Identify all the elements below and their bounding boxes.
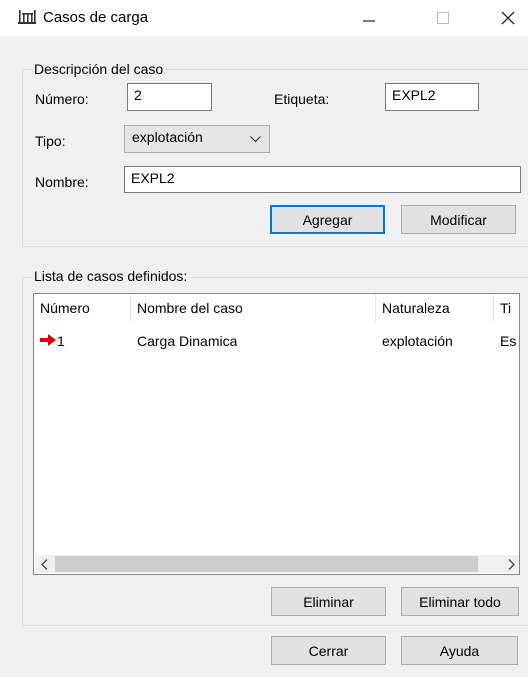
case-list-group-label: Lista de casos definidos: [31, 268, 191, 284]
maximize-button[interactable] [420, 0, 466, 36]
type-select-value: explotación [132, 129, 203, 145]
close-dialog-button[interactable]: Cerrar [271, 636, 386, 665]
horizontal-scrollbar[interactable] [35, 555, 519, 573]
chevron-left-icon [40, 558, 47, 570]
add-button[interactable]: Agregar [270, 205, 385, 234]
row-nature: explotación [382, 333, 453, 349]
table-row[interactable]: 1 Carga Dinamica explotación Es [34, 330, 519, 354]
chevron-right-icon [508, 558, 515, 570]
number-field[interactable]: 2 [127, 83, 212, 111]
column-header-name[interactable]: Nombre del caso [131, 294, 376, 322]
name-field[interactable]: EXPL2 [124, 166, 521, 193]
chevron-down-icon [250, 136, 261, 143]
red-arrow-icon [40, 334, 56, 346]
help-button[interactable]: Ayuda [401, 636, 518, 665]
minimize-icon [363, 20, 375, 22]
beam-load-icon [18, 10, 36, 24]
type-label: Tipo: [35, 133, 66, 149]
close-button[interactable] [485, 0, 528, 36]
title-bar: Casos de carga [0, 0, 528, 36]
case-description-group-label: Descripción del caso [31, 61, 167, 77]
tag-field[interactable]: EXPL2 [385, 83, 479, 111]
column-header-nature[interactable]: Naturaleza [376, 294, 494, 322]
case-list-table[interactable]: Número Nombre del caso Naturaleza Ti 1 C… [33, 293, 520, 575]
column-header-type[interactable]: Ti [494, 294, 519, 322]
modify-button[interactable]: Modificar [401, 205, 516, 234]
tag-label: Etiqueta: [274, 91, 330, 107]
minimize-button[interactable] [346, 0, 392, 36]
row-number: 1 [57, 333, 65, 349]
scroll-left-button[interactable] [35, 555, 53, 573]
delete-all-button[interactable]: Eliminar todo [401, 587, 519, 616]
name-label: Nombre: [35, 174, 89, 190]
scroll-thumb[interactable] [55, 556, 478, 572]
maximize-icon [437, 12, 449, 24]
column-header-number[interactable]: Número [34, 294, 131, 322]
number-label: Número: [35, 91, 89, 107]
type-select[interactable]: explotación [124, 125, 270, 153]
scroll-right-button[interactable] [502, 555, 519, 573]
close-icon [501, 11, 515, 25]
row-name: Carga Dinamica [137, 333, 238, 349]
delete-button[interactable]: Eliminar [271, 587, 386, 616]
row-type: Es [500, 333, 517, 349]
window-title: Casos de carga [43, 9, 149, 26]
